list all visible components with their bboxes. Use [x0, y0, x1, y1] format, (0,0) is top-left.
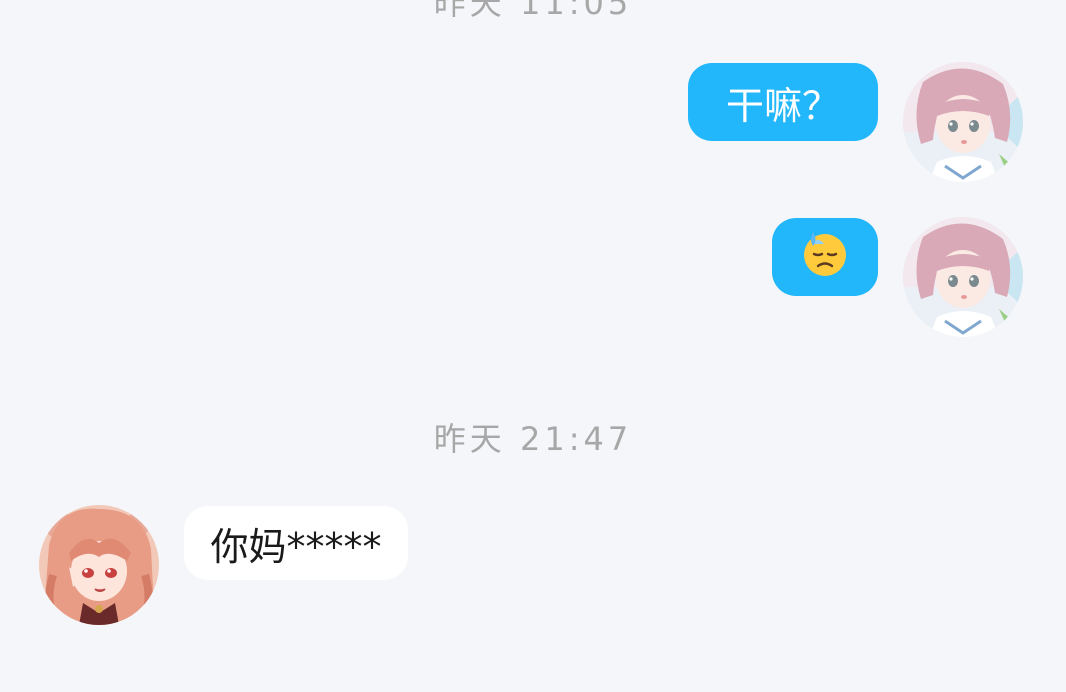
self-avatar-image: [903, 217, 1023, 337]
emoji-downcast-face-with-sweat-icon: [800, 228, 850, 286]
timestamp: 昨天 11:05: [433, 0, 633, 22]
self-avatar-image: [903, 62, 1023, 182]
message-text: 干嘛？: [725, 83, 840, 128]
outgoing-message-bubble[interactable]: [772, 218, 878, 296]
contact-avatar-image: [39, 505, 159, 625]
self-avatar[interactable]: [903, 62, 1023, 182]
contact-avatar[interactable]: [39, 505, 159, 625]
message-text: 你妈*****: [210, 524, 382, 569]
timestamp: 昨天 21:47: [433, 420, 633, 458]
self-avatar[interactable]: [903, 217, 1023, 337]
chat-area[interactable]: 昨天 11:05 干嘛？ 昨天 21:47 你妈*****: [0, 0, 1066, 692]
incoming-message-bubble[interactable]: 你妈*****: [184, 506, 408, 580]
outgoing-message-bubble[interactable]: 干嘛？: [688, 63, 878, 141]
